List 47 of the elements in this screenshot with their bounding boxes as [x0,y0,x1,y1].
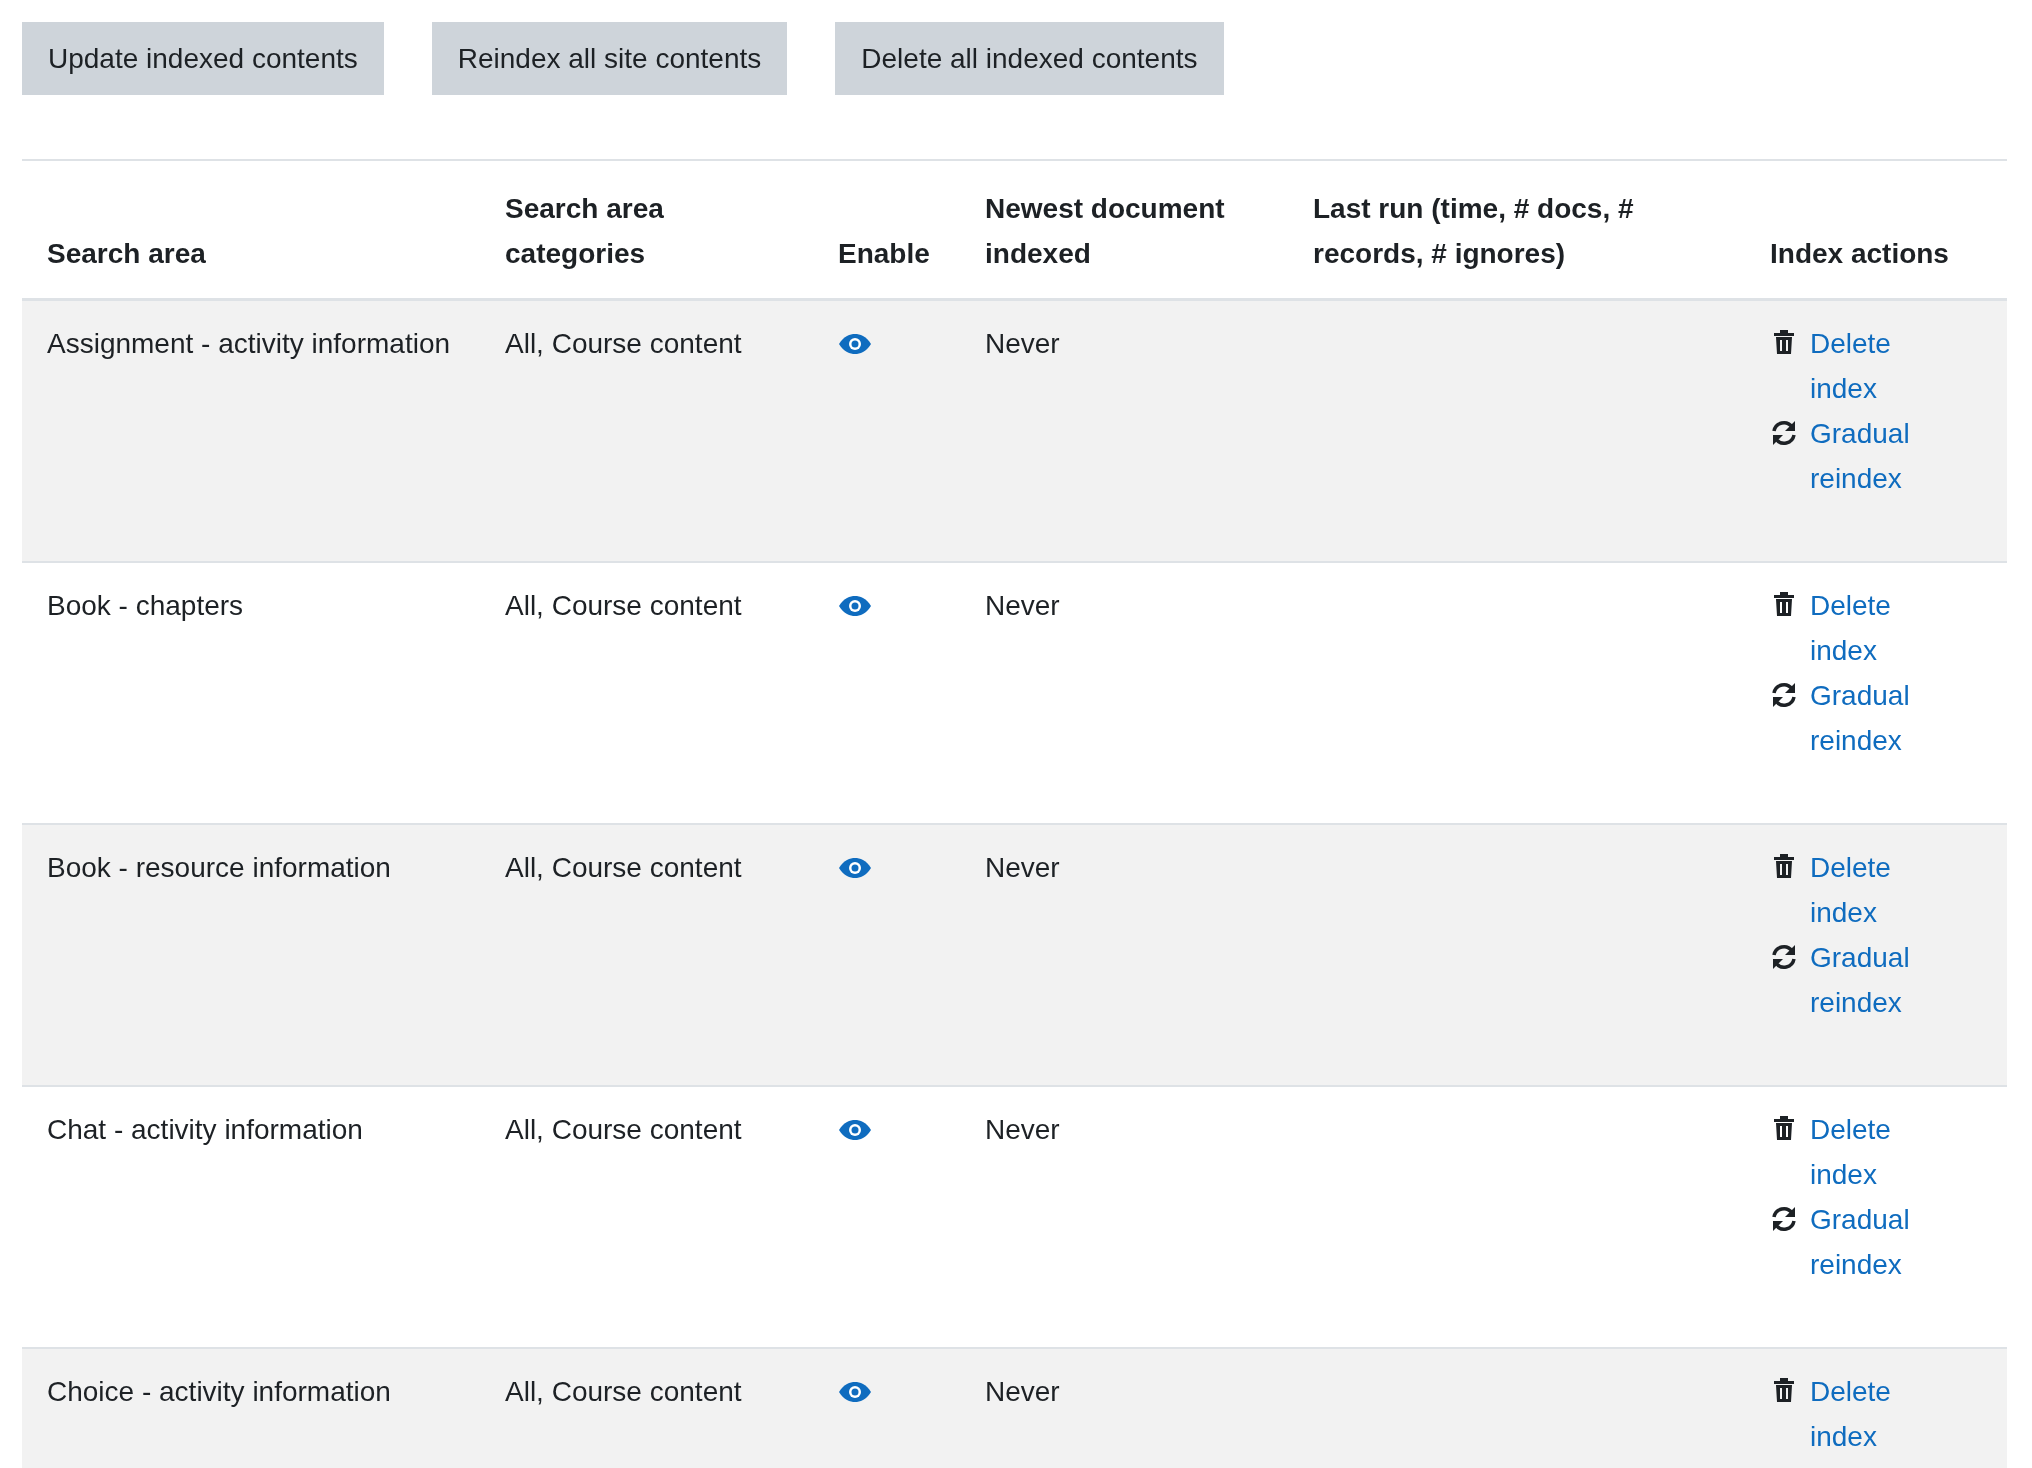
refresh-icon [1770,942,1798,971]
trash-icon [1773,852,1795,879]
categories-text: All, Course content [505,1113,742,1145]
eye-icon[interactable] [838,856,872,879]
eye-icon[interactable] [838,333,872,355]
action-link[interactable]: Delete index [1810,1368,1920,1459]
newest-document-text: Never [985,589,1060,621]
categories-text: All, Course content [505,851,742,883]
column-header: Index actions [1770,238,1949,269]
action-link[interactable]: Gradual reindex [1810,411,1920,501]
eye-icon[interactable] [838,1118,872,1141]
column-header: Search area categories [505,193,664,269]
newest-document-text: Never [985,328,1060,359]
action-link[interactable]: Gradual reindex [1810,672,1920,763]
action-link[interactable]: Gradual reindex [1810,1196,1920,1287]
trash-icon [1773,1376,1795,1403]
eye-icon[interactable] [838,1380,872,1403]
search-area-name: Book - resource information [47,851,391,883]
eye-icon[interactable] [838,594,872,617]
refresh-icon [1770,419,1798,447]
action-link[interactable]: Delete index [1810,1106,1920,1197]
column-header: Search area [47,238,206,269]
action-button[interactable]: Delete all indexed contents [835,22,1224,95]
column-header: Enable [838,238,930,269]
column-header: Newest document indexed [985,193,1225,269]
action-button[interactable]: Update indexed contents [22,22,384,95]
action-link[interactable]: Delete index [1810,321,1920,411]
search-area-name: Choice - activity information [47,1375,391,1407]
trash-icon [1773,590,1795,617]
action-link[interactable]: Delete index [1810,844,1920,935]
newest-document-text: Never [985,1375,1060,1407]
search-area-name: Assignment - activity information [47,328,451,359]
categories-text: All, Course content [505,1375,742,1407]
trash-icon [1773,1114,1795,1141]
newest-document-text: Never [985,1113,1060,1145]
refresh-icon [1770,1204,1798,1233]
trash-icon [1773,329,1795,355]
action-link[interactable]: Gradual reindex [1810,934,1920,1025]
newest-document-text: Never [985,851,1060,883]
column-header: Last run (time, # docs, # records, # ignores) [1313,193,1634,269]
categories-text: All, Course content [505,328,742,359]
search-area-name: Chat - activity information [47,1113,363,1145]
action-button[interactable]: Reindex all site contents [431,22,788,95]
refresh-icon [1770,680,1798,709]
categories-text: All, Course content [505,589,742,621]
search-area-name: Book - chapters [47,589,244,621]
action-link[interactable]: Delete index [1810,582,1920,673]
